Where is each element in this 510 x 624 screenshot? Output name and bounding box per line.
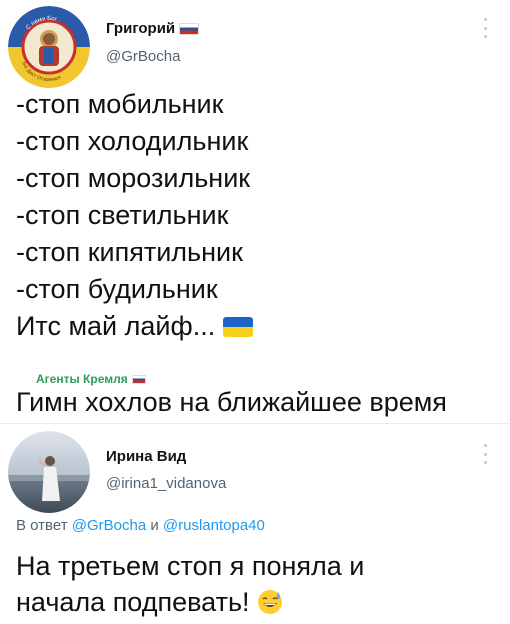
- reply-author-handle[interactable]: @irina1_vidanova: [106, 475, 226, 492]
- reply-author-name[interactable]: Ирина Вид: [106, 448, 186, 465]
- tweet-line: -стоп светильник: [16, 200, 229, 230]
- reply-line-text: начала подпевать!: [16, 587, 250, 617]
- tweet-line-text: Итс май лайф...: [16, 311, 216, 341]
- reply-context: В ответ @GrBocha и @ruslantopa40: [16, 517, 265, 534]
- avatar[interactable]: С нами Бог Бог Даст Отзовемся: [8, 6, 90, 88]
- ukraine-flag-icon: [222, 317, 253, 337]
- tweet-line: -стоп будильник: [16, 274, 218, 304]
- reply-line-last: начала подпевать!: [16, 584, 496, 620]
- divider: [0, 423, 510, 424]
- author-name-text: Григорий: [106, 20, 176, 37]
- reply-text: На третьем стоп я поняла и начала подпев…: [16, 548, 496, 620]
- tweet-line: -стоп кипятильник: [16, 237, 243, 267]
- reply-line: На третьем стоп я поняла и: [16, 551, 365, 581]
- more-dots-icon[interactable]: [478, 444, 492, 464]
- sweat-smile-emoji-icon: [258, 590, 283, 614]
- more-dots-icon[interactable]: [478, 18, 492, 38]
- tweet-line-last: Итс май лайф...: [16, 308, 253, 345]
- quote-author-text: Агенты Кремля: [36, 372, 128, 386]
- mention-link[interactable]: @GrBocha: [72, 517, 146, 534]
- russia-flag-icon: [131, 374, 146, 384]
- mention-link[interactable]: @ruslantopa40: [163, 517, 265, 534]
- tweet-line: -стоп холодильник: [16, 126, 249, 156]
- russia-flag-icon: [179, 22, 200, 35]
- tweet-text: -стоп мобильник -стоп холодильник -стоп …: [16, 86, 253, 345]
- reply-conjunction: и: [150, 517, 159, 534]
- quote-author: Агенты Кремля: [36, 372, 146, 386]
- author-handle[interactable]: @GrBocha: [106, 48, 180, 65]
- quote-text: Гимн хохлов на ближайшее время: [16, 387, 447, 417]
- reply-author-name-text: Ирина Вид: [106, 448, 187, 465]
- tweet-line: -стоп мобильник: [16, 89, 224, 119]
- author-name[interactable]: Григорий: [106, 20, 200, 37]
- reply-avatar[interactable]: [8, 431, 90, 513]
- reply-prefix: В ответ: [16, 517, 68, 534]
- tweet-original: С нами Бог Бог Даст Отзовемся Григорий @…: [0, 0, 510, 370]
- tweet-line: -стоп морозильник: [16, 163, 251, 193]
